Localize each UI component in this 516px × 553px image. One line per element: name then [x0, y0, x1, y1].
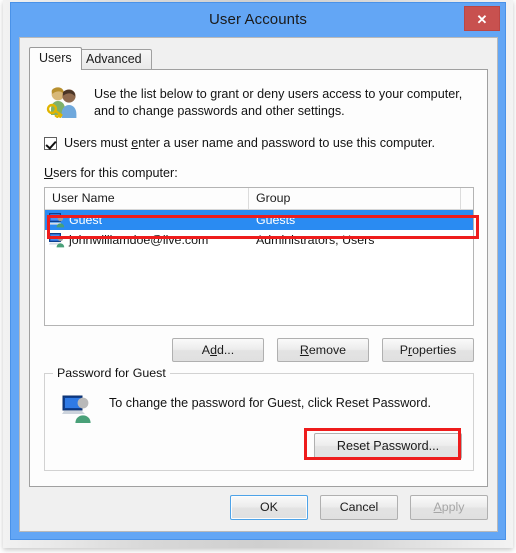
- tab-strip: Users Advanced: [29, 47, 488, 70]
- add-button[interactable]: Add...: [172, 338, 264, 362]
- window-title: User Accounts: [208, 11, 307, 28]
- title-bar: User Accounts ✕: [11, 3, 505, 37]
- cancel-button[interactable]: Cancel: [320, 495, 398, 520]
- password-group-box: Password for Guest To change the passwor…: [44, 366, 474, 471]
- tab-users[interactable]: Users: [29, 47, 82, 70]
- intro-line-2: and to change passwords and other settin…: [94, 104, 345, 118]
- user-monitor-icon: [62, 392, 94, 424]
- list-action-buttons: Add... Remove Properties: [44, 338, 474, 362]
- password-group-title: Password for Guest: [53, 366, 170, 380]
- intro-line-1: Use the list below to grant or deny user…: [94, 87, 463, 101]
- column-header-group[interactable]: Group: [249, 188, 461, 209]
- require-login-checkbox-row[interactable]: Users must enter a user name and passwor…: [44, 136, 435, 150]
- user-group-cell: Administrators; Users: [256, 233, 375, 247]
- screenshot-root: User Accounts ✕ Users Advanced Use the l…: [0, 0, 516, 553]
- user-name-text: johnwilliamdoe@live.com: [69, 233, 209, 247]
- user-accounts-window: User Accounts ✕ Users Advanced Use the l…: [10, 2, 506, 540]
- tab-advanced[interactable]: Advanced: [76, 49, 152, 69]
- users-list-label: Users for this computer:: [44, 166, 178, 180]
- column-header-user-name[interactable]: User Name: [45, 188, 249, 209]
- dialog-footer: OK Cancel Apply: [29, 495, 488, 520]
- table-row[interactable]: Guest Guests: [45, 210, 473, 230]
- user-account-icon: [49, 232, 65, 248]
- intro-text: Use the list below to grant or deny user…: [94, 84, 462, 120]
- apply-button: Apply: [410, 495, 488, 520]
- table-row[interactable]: johnwilliamdoe@live.com Administrators; …: [45, 230, 473, 250]
- intro-block: Use the list below to grant or deny user…: [44, 84, 474, 120]
- require-login-checkbox[interactable]: [44, 136, 57, 150]
- users-list-view[interactable]: User Name Group Guest Guests johnwilliam…: [44, 187, 474, 326]
- user-account-icon: [49, 212, 65, 228]
- user-name-text: Guest: [69, 213, 103, 227]
- require-login-label: Users must enter a user name and passwor…: [64, 136, 436, 150]
- user-group-cell: Guests: [256, 213, 296, 227]
- remove-button[interactable]: Remove: [277, 338, 369, 362]
- close-icon[interactable]: ✕: [464, 6, 500, 31]
- ok-button[interactable]: OK: [230, 495, 308, 520]
- dialog-client-area: Users Advanced Use the list below to gra…: [19, 37, 498, 532]
- reset-password-button[interactable]: Reset Password...: [314, 433, 462, 459]
- tab-panel-users: Use the list below to grant or deny user…: [29, 69, 488, 487]
- users-with-key-icon: [44, 84, 82, 119]
- column-header-filler: [461, 188, 473, 209]
- user-name-cell: Guest: [45, 212, 249, 228]
- list-header-row: User Name Group: [45, 188, 473, 210]
- password-group-description: To change the password for Guest, click …: [109, 396, 431, 410]
- properties-button[interactable]: Properties: [382, 338, 474, 362]
- user-name-cell: johnwilliamdoe@live.com: [45, 232, 249, 248]
